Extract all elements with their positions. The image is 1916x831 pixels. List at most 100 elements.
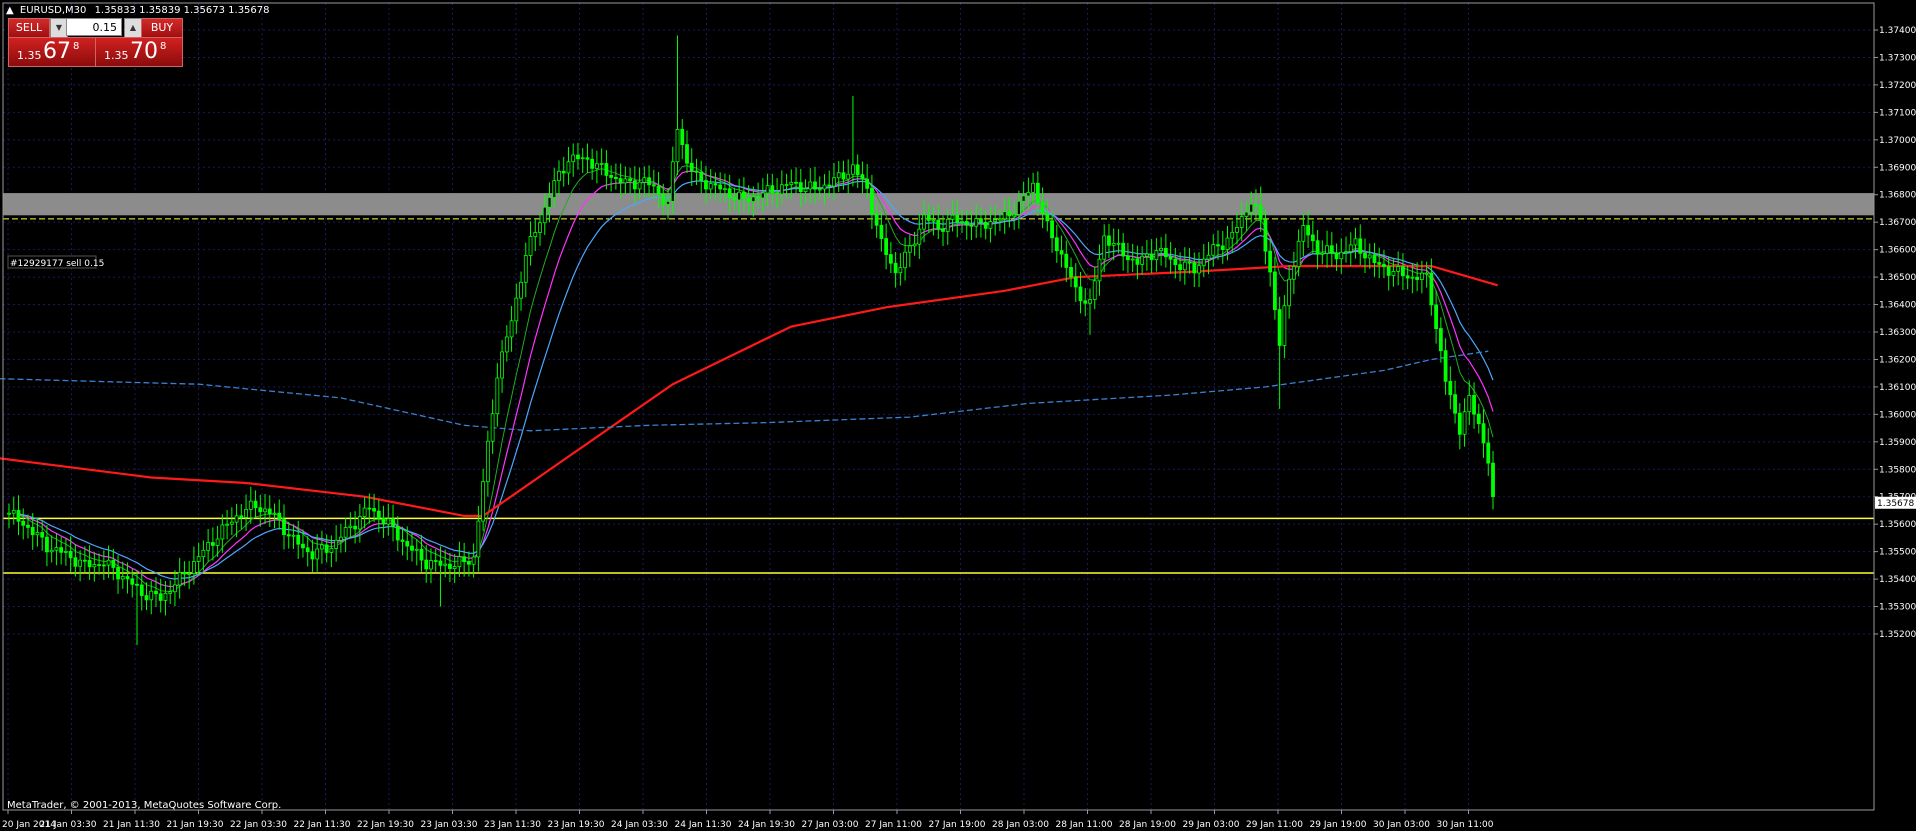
y-tick-label: 1.36200 [1879,355,1916,365]
candle-body [144,595,149,601]
x-tick-label: 23 Jan 11:30 [484,820,541,830]
candle-body [1358,238,1363,254]
buy-price-button[interactable]: 1.35 70 8 [95,37,183,67]
collapse-triangle-icon[interactable]: ▲ [6,5,14,16]
candle-body [244,508,248,518]
candle-body [1467,395,1472,413]
candle-body [746,197,751,202]
y-tick-label: 1.37200 [1879,81,1916,91]
copyright-text: MetaTrader, © 2001-2013, MetaQuotes Soft… [7,800,281,811]
candle-body [210,542,215,546]
candle-body [950,214,955,220]
candle-body [485,440,490,483]
candle-body [1310,234,1315,242]
buy-price-fraction: 8 [160,41,167,52]
candle-body [651,184,656,187]
candle-body [1249,203,1254,213]
candle-body [1168,256,1173,260]
candle-body [192,561,196,574]
candle-body [1135,258,1140,265]
price-axis: 1.37400 1.37300 1.37200 1.37100 1.37000 1.369… [1874,26,1916,640]
candle-body [979,218,983,223]
lot-size-input[interactable]: 0.15 [66,18,122,36]
candle-body [855,164,860,175]
candle-body [101,564,106,567]
candle-body [1111,243,1116,246]
candle-body [1377,262,1382,265]
candle-body [998,218,1002,221]
candle-body [1054,237,1059,252]
candle-body [391,518,395,527]
candle-body [414,548,419,551]
candle-body [82,559,87,562]
sell-button[interactable]: SELL [8,18,50,38]
sell-price-prefix: 1.35 [17,49,42,62]
candle-body [1187,261,1192,264]
candle-body [523,255,528,283]
candle-body [718,184,723,190]
candle-body [1073,276,1078,288]
candle-body [1206,254,1211,260]
candle-body [395,525,400,541]
candle-body [969,224,974,227]
candle-body [1173,258,1178,266]
x-tick-label: 29 Jan 03:00 [1183,820,1240,830]
candle-body [609,175,614,178]
chart-background [0,0,1916,831]
candle-body [1069,267,1073,278]
candle-body [988,221,993,229]
candle-body [1107,235,1111,246]
candle-body [1344,251,1348,254]
candle-body [519,281,523,299]
order-label[interactable]: #12929177 sell 0.15 [7,255,104,269]
candle-body [1438,328,1443,352]
y-tick-label: 1.36400 [1879,301,1916,311]
candle-body [1182,261,1187,271]
y-tick-label: 1.35300 [1879,603,1916,613]
chart-header: ▲ EURUSD,M30 1.35833 1.35839 1.35673 1.3… [6,5,270,16]
candle-body [253,500,258,509]
y-tick-label: 1.36100 [1879,383,1916,393]
candle-body [1448,380,1453,396]
candle-body [708,183,713,190]
lot-increase-icon[interactable]: ▲ [124,18,142,38]
candle-body [1329,245,1334,254]
buy-button[interactable]: BUY [141,18,183,38]
candle-body [590,158,595,169]
candle-body [1211,244,1216,256]
candle-body [1476,413,1481,425]
x-tick-label: 22 Jan 19:30 [357,820,414,830]
candle-body [372,508,376,512]
candle-body [220,524,225,540]
candle-body [931,219,936,222]
candle-body [1192,262,1197,274]
candle-body [618,178,623,184]
candle-body [1064,253,1069,268]
candle-body [40,532,45,538]
x-tick-label: 30 Jan 03:00 [1373,820,1430,830]
candle-body [291,534,296,537]
candle-body [595,163,599,169]
candle-body [187,573,192,575]
candle-body [1050,220,1054,239]
candle-body [756,196,761,199]
candle-body [1016,200,1021,215]
y-tick-label: 1.35400 [1879,575,1916,585]
candle-body [1230,231,1235,239]
candle-body [376,510,381,519]
price-chart[interactable]: 1.37400 1.37300 1.37200 1.37100 1.37000 1.369… [0,0,1916,831]
candle-body [860,174,865,180]
candle-body [92,564,97,568]
candle-body [433,560,438,562]
candle-body [723,188,727,191]
candle-body [1021,195,1026,202]
candle-body [248,500,253,510]
candle-body [329,548,334,553]
y-tick-label: 1.37100 [1879,108,1916,118]
candle-body [941,228,945,232]
candle-body [836,172,841,179]
candle-body [1163,247,1168,258]
candle-body [348,525,353,528]
candle-body [7,512,11,515]
sell-price-button[interactable]: 1.35 67 8 [8,37,96,67]
